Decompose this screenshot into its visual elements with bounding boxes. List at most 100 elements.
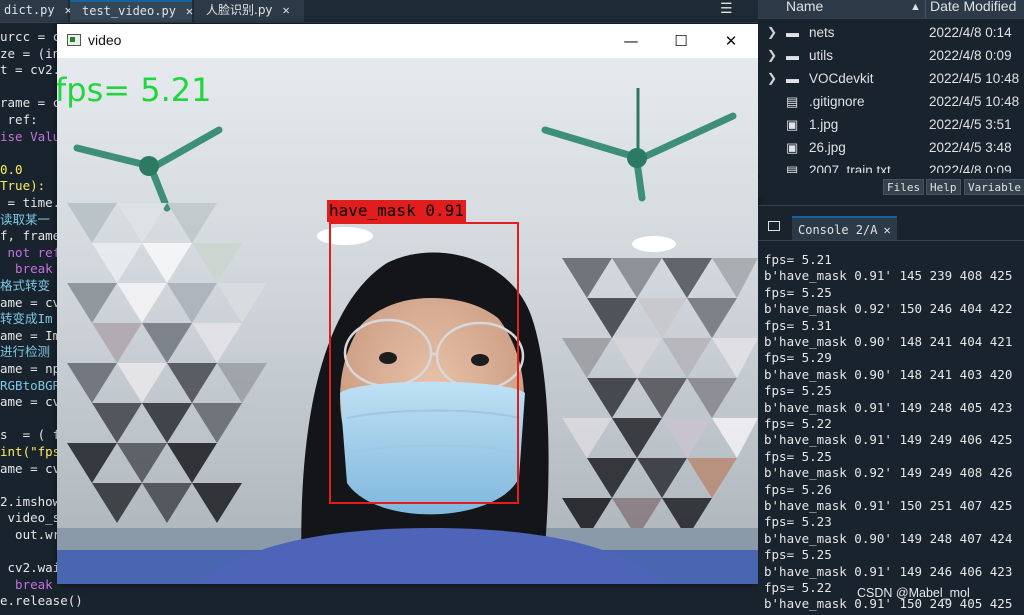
detection-label: have_mask 0.91 (327, 200, 466, 222)
watermark: CSDN @Mabel_mol (857, 586, 970, 600)
ipython-console[interactable]: Console 2/A ✕ fps= 5.21 b'have_mask 0.91' … (758, 205, 1024, 615)
file-date-modified: 2022/4/5 3:48 (929, 140, 1012, 155)
folder-icon: ▬ (786, 48, 799, 63)
file-name: VOCdevkit (809, 71, 874, 86)
file-date-modified: 2022/4/5 10:48 (929, 94, 1020, 109)
code-line: 转变成Im (0, 311, 53, 327)
file-row[interactable]: ❯ ▬ utils 2022/4/8 0:09 (758, 44, 1024, 67)
console-line: b'have_mask 0.91' 145 239 408 425 (764, 268, 1013, 284)
chevron-right-icon[interactable]: ❯ (767, 21, 777, 44)
file-row[interactable]: ▣ 1.jpg 2022/4/5 3:51 (758, 113, 1024, 136)
code-line: ref: (0, 112, 38, 127)
file-name: 2007_train.txt (809, 163, 891, 173)
editor-tab-bar: dict.py ✕ test_video.py ✕ 人脸识别.py ✕ ☰ (0, 0, 758, 23)
tab-variable[interactable]: Variable (964, 179, 1024, 195)
console-line: b'have_mask 0.90' 149 248 407 424 (764, 530, 1013, 546)
console-line: fps= 5.29 (764, 350, 832, 366)
code-line: RGBtoBGR (0, 377, 61, 393)
code-line: not ref (0, 244, 61, 260)
file-name: 1.jpg (809, 117, 839, 132)
file-name: utils (809, 48, 834, 63)
chevron-right-icon[interactable]: ❯ (767, 67, 777, 90)
tab-dict-py[interactable]: dict.py ✕ (0, 0, 72, 22)
tab-help[interactable]: Help (926, 179, 961, 195)
file-date-modified: 2022/4/8 0:09 (929, 48, 1012, 63)
code-line: s = ( f (0, 427, 61, 443)
minimize-button[interactable]: — (608, 26, 654, 56)
code-line: int("fps (0, 444, 61, 459)
ceiling-fan-hub (627, 148, 647, 168)
maximize-button[interactable]: ☐ (658, 26, 704, 56)
tab-face-recognition-py[interactable]: 人脸识别.py ✕ (194, 0, 304, 22)
fps-overlay: fps= 5.21 (57, 71, 212, 109)
code-line: 读取某一 (0, 211, 51, 227)
tab-label: 人脸识别.py (206, 3, 273, 17)
file-date-modified: 2022/4/5 10:48 (929, 71, 1020, 86)
code-line: 进行检测 (0, 344, 51, 360)
close-button[interactable]: ✕ (708, 26, 754, 56)
close-icon[interactable]: ✕ (186, 4, 193, 18)
close-icon[interactable]: ✕ (283, 3, 290, 17)
code-line: ame = Im (0, 327, 61, 343)
window-title: video (88, 32, 122, 48)
panel-tab-bar: Files Help Variable (758, 177, 1024, 197)
code-line: video_s (0, 510, 61, 526)
code-line: e.release() (0, 593, 83, 609)
video-window-titlebar[interactable]: video — ☐ ✕ (57, 24, 758, 58)
image-file-icon: ▣ (786, 140, 799, 155)
file-row[interactable]: ❯ ▬ nets 2022/4/8 0:14 (758, 21, 1024, 44)
tab-test-video-py[interactable]: test_video.py ✕ (70, 0, 193, 22)
code-line: ame = np (0, 361, 61, 376)
file-name: .gitignore (809, 94, 865, 109)
console-window-icon[interactable] (768, 221, 780, 231)
tab-console[interactable]: Console 2/A ✕ (792, 216, 897, 240)
file-icon: ▤ (786, 163, 799, 173)
console-line: b'have_mask 0.90' 148 241 403 420 (764, 366, 1013, 382)
app-window-icon (67, 34, 81, 46)
tab-label: dict.py (4, 3, 55, 17)
console-line: b'have_mask 0.91' 150 251 407 425 (764, 498, 1013, 513)
image-file-icon: ▣ (786, 117, 799, 132)
file-row[interactable]: ▣ 26.jpg 2022/4/5 3:48 (758, 136, 1024, 159)
file-name: nets (809, 25, 835, 40)
chevron-right-icon[interactable]: ❯ (767, 44, 777, 67)
tab-label: test_video.py (82, 4, 176, 18)
close-icon[interactable]: ✕ (883, 223, 890, 237)
console-line: fps= 5.25 (764, 383, 832, 399)
code-line: ame = cv (0, 460, 61, 476)
code-line: f, frame (0, 228, 61, 244)
code-line: break (0, 261, 53, 277)
console-line: b'have_mask 0.92' 149 249 408 426 (764, 465, 1013, 481)
code-line: ze = (in (0, 45, 61, 61)
console-line: fps= 5.23 (764, 514, 832, 530)
console-line: b'have_mask 0.91' 149 249 406 425 (764, 432, 1013, 448)
code-line: ise Valu (0, 128, 61, 144)
console-line: fps= 5.25 (764, 547, 832, 563)
console-line: b'have_mask 0.91' 149 248 405 423 (764, 399, 1013, 415)
console-line: b'have_mask 0.90' 148 241 404 421 (764, 334, 1013, 349)
console-line: b'have_mask 0.92' 150 246 404 422 (764, 301, 1013, 317)
file-row[interactable]: ▤ 2007_train.txt 2022/4/8 0:09 (758, 159, 1024, 173)
console-line: fps= 5.22 (764, 580, 832, 595)
code-line: 格式转变 (0, 278, 51, 293)
video-window[interactable]: video — ☐ ✕ have_mask 0.91 fps= 5.21 (57, 24, 758, 584)
console-line: fps= 5.22 (764, 416, 832, 431)
code-line: break (0, 576, 53, 592)
code-line: rame = c (0, 95, 61, 111)
file-row[interactable]: ▤ .gitignore 2022/4/5 10:48 (758, 90, 1024, 113)
sort-arrow-icon[interactable]: ▲ (910, 1, 921, 13)
console-line: fps= 5.26 (764, 481, 832, 497)
column-header-name[interactable]: Name (786, 0, 823, 14)
column-header-date-modified[interactable]: Date Modified (930, 0, 1016, 14)
file-icon: ▤ (786, 94, 799, 109)
code-line: cv2.wai (0, 560, 61, 576)
tab-files[interactable]: Files (883, 179, 925, 195)
detection-box (329, 222, 519, 504)
file-date-modified: 2022/4/5 3:51 (929, 117, 1012, 132)
menu-icon[interactable]: ☰ (720, 1, 733, 17)
folder-icon: ▬ (786, 71, 799, 86)
file-date-modified: 2022/4/8 0:09 (929, 163, 1012, 173)
file-row[interactable]: ❯ ▬ VOCdevkit 2022/4/5 10:48 (758, 67, 1024, 90)
file-explorer[interactable]: Name ▲ Date Modified ❯ ▬ nets 2022/4/8 0:14… (758, 0, 1024, 197)
code-line: 2.imshow (0, 493, 61, 509)
